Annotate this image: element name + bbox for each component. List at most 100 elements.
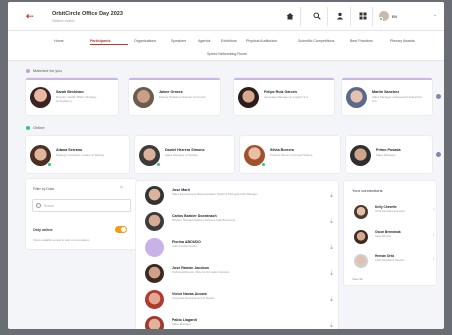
list-item[interactable]: Víctor Navas Acosta Corporate Developmen… bbox=[136, 288, 338, 314]
connection-name[interactable]: Oscar Bermánda bbox=[375, 230, 401, 234]
person-role: Strategy Innovation Leader at Startup bbox=[56, 153, 105, 157]
avatar[interactable] bbox=[354, 254, 368, 268]
view-all-connections-link[interactable]: View all bbox=[352, 277, 362, 281]
connect-icon[interactable]: ⇣ bbox=[329, 270, 334, 277]
connection-role: Sales Director bbox=[375, 235, 392, 238]
person-role: Corporate Development at Startup bbox=[172, 296, 215, 300]
connect-icon[interactable]: ⇣ bbox=[329, 296, 334, 303]
search-icon[interactable] bbox=[311, 10, 323, 22]
connect-icon[interactable]: ⇣ bbox=[329, 218, 334, 225]
avatar bbox=[238, 87, 259, 108]
online-indicator bbox=[47, 162, 52, 167]
person-role: Product Owner at Consul Startup bbox=[270, 153, 313, 157]
nav-plenary-awards[interactable]: Plenary Awards bbox=[390, 39, 415, 43]
person-card[interactable]: Aitana Serrano Strategy Innovation Leade… bbox=[26, 136, 129, 173]
nav-physical-auditorium[interactable]: Physical Auditorium bbox=[246, 39, 277, 43]
person-role: Partner Relations Director at Consul bbox=[159, 95, 206, 99]
header-divider bbox=[327, 7, 328, 26]
nav-scientific-competitions[interactable]: Scientific Competitions bbox=[298, 39, 334, 43]
card-accent-bar bbox=[26, 78, 118, 80]
person-card[interactable]: Daniel Herrera Simons Sales Manager at S… bbox=[135, 136, 234, 173]
list-item[interactable]: José Ramón Jacobus Technical Director, R… bbox=[136, 262, 338, 288]
card-accent-bar bbox=[234, 78, 334, 80]
nav-organizations[interactable]: Organizations bbox=[134, 39, 156, 43]
person-card[interactable]: Jaime Ornera Partner Relations Director … bbox=[129, 78, 220, 115]
card-accent-bar bbox=[129, 78, 220, 80]
chevron-right-icon[interactable]: › bbox=[433, 207, 435, 213]
header-divider bbox=[372, 7, 373, 26]
nav-speed-networking[interactable]: Speed Networking Room bbox=[207, 52, 247, 56]
person-role: Associate Manager at Logistic S.A. bbox=[264, 95, 309, 99]
connection-name[interactable]: Hernán Ortiz bbox=[375, 254, 394, 258]
nav-best-practices[interactable]: Best Practices bbox=[350, 39, 373, 43]
online-indicator bbox=[379, 17, 383, 21]
avatar bbox=[30, 87, 51, 108]
person-name: Martin Sanchez bbox=[372, 90, 400, 94]
avatar bbox=[145, 212, 164, 231]
person-role: Sales Development Representative (Spain … bbox=[172, 192, 258, 196]
app-screen: ⇠ OrbitCircle Office Day 2023 Online eve… bbox=[8, 2, 444, 329]
person-name: Silvia Borrero bbox=[270, 148, 295, 152]
person-name: Aitana Serrano bbox=[56, 148, 83, 152]
connection-role: Technical Sales Executive bbox=[375, 210, 405, 213]
section-title-online: Online bbox=[33, 125, 45, 130]
toggle-knob bbox=[121, 227, 126, 232]
grid-icon[interactable] bbox=[357, 10, 369, 22]
person-card[interactable]: Felipe Ruiz Garcés Associate Manager at … bbox=[234, 78, 334, 115]
list-item[interactable]: Pablo Llagardi Sales Manager ⇣ bbox=[136, 314, 338, 329]
search-icon bbox=[36, 203, 41, 208]
list-item[interactable]: Fiorina ABOUDO Auth & Authorization ⇣ bbox=[136, 236, 338, 262]
online-indicator bbox=[156, 162, 161, 167]
online-only-toggle[interactable] bbox=[115, 226, 127, 233]
home-icon[interactable] bbox=[284, 10, 296, 22]
connections-title: Your connections bbox=[352, 188, 383, 193]
avatar bbox=[133, 87, 154, 108]
person-role: Director, Health Affairs Strategy Consul… bbox=[56, 95, 97, 103]
device-frame: ⇠ OrbitCircle Office Day 2023 Online eve… bbox=[0, 0, 452, 335]
search-input[interactable]: Search bbox=[32, 199, 131, 212]
event-title: OrbitCircle Office Day 2023 bbox=[52, 11, 123, 17]
connect-icon[interactable]: ⇣ bbox=[329, 322, 334, 329]
card-accent-bar bbox=[342, 78, 432, 80]
nav-exhibitors[interactable]: Exhibitors bbox=[221, 39, 237, 43]
nav-agenda[interactable]: Agenda bbox=[198, 39, 210, 43]
nav-speakers[interactable]: Speakers bbox=[171, 39, 186, 43]
nav-home[interactable]: Home bbox=[54, 39, 64, 43]
filter-clear-icon[interactable]: × bbox=[120, 185, 123, 191]
avatar[interactable] bbox=[354, 230, 368, 244]
language-selector[interactable]: EN bbox=[392, 15, 397, 19]
person-card[interactable]: Sarah Beckham Director, Health Affairs S… bbox=[26, 78, 118, 115]
person-role: Auth & Authorization bbox=[172, 244, 198, 248]
chevron-right-icon[interactable]: › bbox=[433, 256, 435, 262]
online-only-description: Show available people to start a convers… bbox=[33, 238, 90, 242]
list-item[interactable]: Jose Martí Sales Development Representat… bbox=[136, 184, 338, 210]
search-placeholder: Search bbox=[44, 204, 55, 208]
online-indicator bbox=[261, 162, 266, 167]
person-card[interactable]: Silvia Borrero Product Owner at Consul S… bbox=[240, 136, 340, 173]
nav-participants[interactable]: Participants bbox=[90, 39, 111, 43]
connect-icon[interactable]: ⇣ bbox=[329, 244, 334, 251]
active-tab-underline bbox=[90, 44, 128, 45]
carousel-next-icon[interactable] bbox=[436, 152, 441, 157]
person-icon[interactable] bbox=[334, 10, 346, 22]
person-name: Felipe Ruiz Garcés bbox=[264, 90, 297, 94]
top-header: ⇠ OrbitCircle Office Day 2023 Online eve… bbox=[8, 2, 444, 31]
list-item[interactable]: Carlos Barbier Doordnach Director, Bonde… bbox=[136, 210, 338, 236]
person-card[interactable]: Primo Posada Sales Manager bbox=[346, 136, 432, 173]
carousel-next-icon[interactable] bbox=[436, 94, 441, 99]
connect-icon[interactable]: ⇣ bbox=[329, 192, 334, 199]
person-role: Sales Manager at Startup bbox=[165, 153, 198, 157]
filter-title: Filter by Data bbox=[33, 187, 54, 191]
connection-name[interactable]: Kelly Chevelle bbox=[375, 205, 397, 209]
person-name: Daniel Herrera Simons bbox=[165, 148, 205, 152]
avatar bbox=[145, 290, 164, 309]
avatar[interactable] bbox=[354, 205, 368, 219]
back-icon[interactable]: ⇠ bbox=[26, 12, 34, 21]
person-name: Primo Posada bbox=[376, 148, 401, 152]
sparkle-icon bbox=[26, 69, 30, 73]
chevron-right-icon[interactable]: › bbox=[433, 232, 435, 238]
chevron-down-icon[interactable]: ⌄ bbox=[433, 12, 437, 18]
person-role: Technical Director, Risk & Information S… bbox=[172, 270, 230, 274]
person-card[interactable]: Martin Sanchez Sales Manager at Research… bbox=[342, 78, 432, 115]
person-role: Sales Manager bbox=[172, 322, 191, 326]
